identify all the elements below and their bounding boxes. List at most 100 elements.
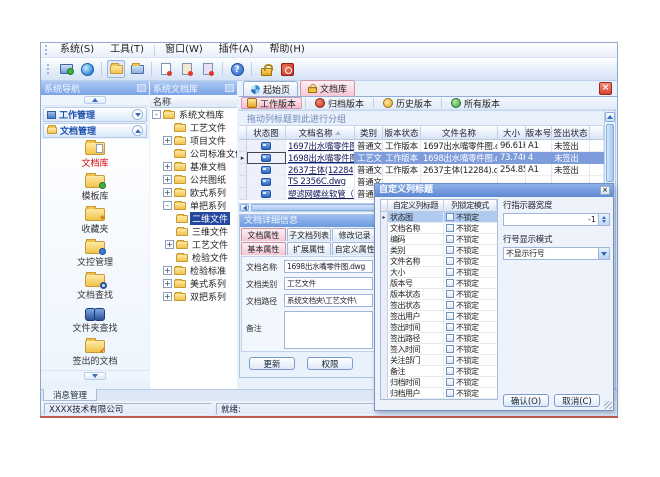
menu-system[interactable]: 系统(S) [52,43,102,57]
nav-item-folder-search[interactable]: 文件夹查找 [41,304,149,337]
expander-icon[interactable]: + [163,162,172,171]
lock-checkbox[interactable] [446,257,454,265]
nav-item-doc-control[interactable]: 文控管理 [41,238,149,271]
dialog-row[interactable]: 备注不锁定 [381,366,497,377]
col-size[interactable]: 大小 [498,126,526,140]
dialog-row[interactable]: 文档名称不锁定 [381,223,497,234]
dialog-row[interactable]: 签出用户不锁定 [381,311,497,322]
tree-node[interactable]: 公司标准文件 [150,147,237,160]
lock-checkbox[interactable] [446,378,454,386]
dialog-row[interactable]: 归档时间不锁定 [381,377,497,388]
tree-node[interactable]: 检验文件 [150,251,237,264]
tab-custom-properties[interactable]: 自定义属性 [332,242,377,255]
chevron-down-icon[interactable] [598,248,609,259]
nav-item-doc-search[interactable]: 文档查找 [41,271,149,304]
doc-path-field[interactable]: 系统文档夹\工艺文件\ [284,294,373,307]
nav-scroll-up[interactable] [41,95,149,106]
col-category[interactable]: 类别 [355,126,383,140]
pin-icon[interactable] [225,84,234,92]
lock-checkbox[interactable] [446,389,454,397]
nav-group-work[interactable]: 工作管理 [43,107,147,122]
table-row[interactable]: 2637主体(12284).dwg 普通文档 工作版本 2637主体(12284… [239,164,604,176]
help-icon[interactable] [228,60,246,78]
dialog-row[interactable]: 签出状态不锁定 [381,300,497,311]
doc-category-field[interactable]: 工艺文件 [284,277,373,290]
nav-item-template[interactable]: 模板库 [41,172,149,205]
work-version-button[interactable]: 工作版本 [241,97,302,109]
confirm-button[interactable]: 确认(O) [503,394,549,407]
lock-checkbox[interactable] [446,301,454,309]
dialog-row[interactable]: 大小不锁定 [381,267,497,278]
nav-group-document[interactable]: 文档管理 [43,123,147,138]
lock-checkbox[interactable] [446,246,454,254]
history-version-button[interactable]: 历史版本 [377,97,438,109]
tree-node[interactable]: +项目文件 [150,134,237,147]
col-file-name[interactable]: 文件名称 [421,126,498,140]
lock-checkbox[interactable] [446,356,454,364]
folder-window-icon[interactable] [128,60,146,78]
col-status-icon[interactable]: 状态图 [247,126,286,140]
lock-checkbox[interactable] [446,290,454,298]
spinner-arrows-icon[interactable] [598,214,609,225]
pin-icon[interactable] [137,84,146,92]
lock-checkbox[interactable] [446,235,454,243]
tree-node[interactable]: 工艺文件 [150,121,237,134]
tree-node[interactable]: 三维文件 [150,225,237,238]
dialog-row[interactable]: ▸状态图不锁定 [381,212,497,223]
dialog-row[interactable]: 版本号不锁定 [381,278,497,289]
exit-icon[interactable] [278,60,296,78]
all-versions-button[interactable]: 所有版本 [445,97,506,109]
menu-plugins[interactable]: 插件(A) [211,43,262,57]
lock-checkbox[interactable] [446,345,454,353]
scrollbar-thumb[interactable] [606,124,614,182]
doc-alert-icon[interactable] [178,60,196,78]
nav-scroll-down[interactable] [41,370,149,381]
dialog-title-bar[interactable]: 自定义列标题 [375,184,613,197]
update-button[interactable]: 更新 [249,357,295,370]
new-doc-icon[interactable] [157,60,175,78]
group-by-drop-zone[interactable]: 拖动列标题到此进行分组 [239,110,605,126]
dialog-row[interactable]: 签入时间不锁定 [381,344,497,355]
close-icon[interactable] [599,82,612,95]
dialog-row[interactable]: 签出时间不锁定 [381,322,497,333]
col-checkout[interactable]: 签出状态 [552,126,590,140]
dialog-row[interactable]: 文件名称不锁定 [381,256,497,267]
dialog-row[interactable]: 归档用户不锁定 [381,388,497,399]
globe-icon[interactable] [78,60,96,78]
table-row-selected[interactable]: ▸ 1698出水嘴零件图.dwg 工艺文件 工作版本 1698出水嘴零件图.dw… [239,152,604,164]
message-manager-tab[interactable]: 消息管理 [43,389,97,401]
nav-item-checked-out[interactable]: ✓ 签出的文档 [41,337,149,370]
expander-icon[interactable]: + [163,266,172,275]
col-custom-title[interactable]: 自定义列标题 [388,200,444,212]
tab-basic-properties[interactable]: 基本属性 [241,242,286,255]
tab-change-log[interactable]: 修改记录 [332,228,377,241]
lock-checkbox[interactable] [446,268,454,276]
tab-extended-properties[interactable]: 扩展属性 [287,242,332,255]
lock-checkbox[interactable] [446,367,454,375]
tree-node[interactable]: +基准文档 [150,160,237,173]
col-version-state[interactable]: 版本状态 [383,126,421,140]
indicator-width-stepper[interactable]: -1 [503,213,610,226]
table-row[interactable]: 1697出水嘴零件图.dwg 普通文档 工作版本 1697出水嘴零件图.dwg … [239,140,604,152]
chevron-down-icon[interactable] [132,109,143,120]
close-icon[interactable] [600,186,610,195]
nav-item-doclib[interactable]: 文档库 [41,139,149,172]
dialog-row[interactable]: 版本状态不锁定 [381,289,497,300]
remark-textarea[interactable] [284,311,373,349]
expander-icon[interactable]: + [165,240,174,249]
col-doc-name[interactable]: 文档名称 [286,126,355,140]
lock-icon[interactable] [257,60,275,78]
permission-button[interactable]: 权限 [307,357,353,370]
scroll-left-arrow[interactable] [240,204,249,211]
dialog-row[interactable]: 关注部门不锁定 [381,355,497,366]
nav-item-favorites[interactable]: ★ 收藏夹 [41,205,149,238]
tree-node[interactable]: +双把系列 [150,290,237,303]
cancel-button[interactable]: 取消(C) [554,394,600,407]
dialog-row[interactable]: 签出路径不锁定 [381,333,497,344]
expander-icon[interactable]: + [163,292,172,301]
menu-tools[interactable]: 工具(T) [102,43,152,57]
scroll-up-arrow[interactable] [605,112,615,122]
tab-subdoc-list[interactable]: 子文档列表 [287,228,332,241]
expander-icon[interactable]: + [163,175,172,184]
expander-icon[interactable]: - [152,110,161,119]
